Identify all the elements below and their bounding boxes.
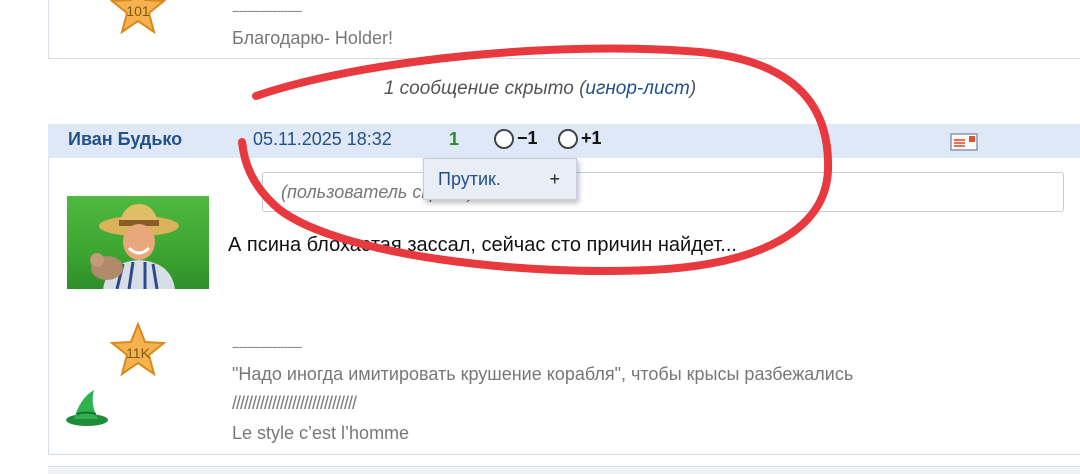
signature-motto: Le style c’est l’homme xyxy=(232,423,410,443)
message-text: А псина блохастая зассал, сейчас сто при… xyxy=(228,234,737,256)
voter-vote: + xyxy=(549,168,560,189)
author-name[interactable]: Иван Будько xyxy=(68,129,182,150)
hidden-quote-box: (пользователь скрыт) xyxy=(262,172,1064,212)
star-count: 101 xyxy=(126,3,150,19)
signature-slashes: /////////////////////////////// xyxy=(232,393,357,413)
signature-quote: "Надо иногда имитировать крушение корабл… xyxy=(232,364,854,384)
voter-name[interactable]: Прутик. xyxy=(438,169,501,190)
signature-dashes: ------------------- xyxy=(232,2,303,18)
ignore-list-link[interactable]: игнор-лист xyxy=(585,78,689,99)
star-icon: 11K xyxy=(110,322,166,378)
star-icon: 101 xyxy=(110,0,166,36)
previous-post xyxy=(48,0,1080,59)
post-date[interactable]: 05.11.2025 18:32 xyxy=(253,129,392,150)
hidden-message-notice: 1 сообщение скрыто (игнор-лист) xyxy=(383,78,697,99)
avatar[interactable] xyxy=(67,196,209,289)
radio-icon xyxy=(494,128,514,149)
vote-plus-button[interactable]: +1 xyxy=(558,128,602,149)
vote-minus-button[interactable]: −1 xyxy=(494,128,538,149)
star-count: 11K xyxy=(126,345,150,361)
signature-text: Благодарю- Holder! xyxy=(232,28,393,48)
radio-icon xyxy=(558,128,578,149)
signature-dashes: ------------------- xyxy=(232,338,303,354)
voters-popup[interactable]: Прутик. + xyxy=(423,158,577,200)
wizard-hat-icon xyxy=(64,386,110,428)
post-rating: 1 xyxy=(449,129,460,149)
pm-icon[interactable] xyxy=(950,132,978,152)
